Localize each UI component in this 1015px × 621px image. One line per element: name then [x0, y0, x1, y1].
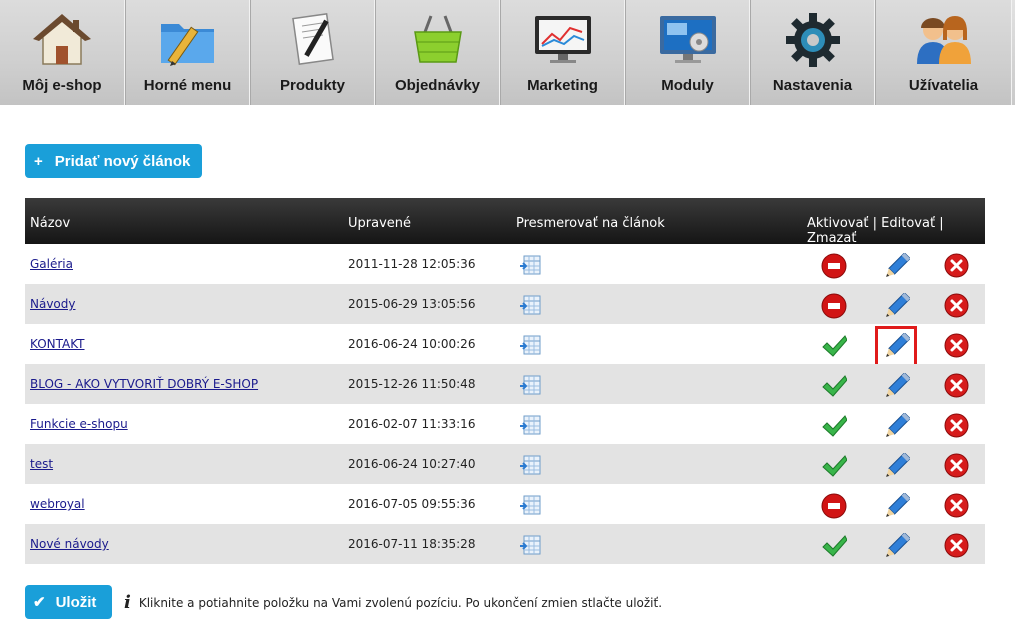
table-row[interactable]: Nové návody 2016-07-11 18:35:28 [25, 524, 985, 564]
nav-label: Produkty [279, 77, 345, 94]
edit-pencil-icon[interactable] [882, 372, 911, 401]
delete-icon[interactable] [944, 293, 969, 318]
header-updated: Upravené [348, 216, 412, 231]
article-updated-date: 2016-02-07 11:33:16 [348, 417, 476, 431]
header-actions: Aktivovať | Editovať | Zmazať [807, 216, 944, 246]
inactive-stop-icon[interactable] [821, 493, 847, 519]
edit-pencil-icon[interactable] [882, 532, 911, 561]
article-name-link[interactable]: Nové návody [30, 537, 109, 551]
info-note: i Kliknite a potiahnite položku na Vami … [124, 592, 662, 613]
article-name-link[interactable]: Funkcie e-shopu [30, 417, 128, 431]
article-updated-date: 2016-06-24 10:27:40 [348, 457, 476, 471]
info-icon: i [124, 592, 131, 613]
articles-table: Názov Upravené Presmerovať na článok Akt… [25, 198, 985, 564]
delete-icon[interactable] [944, 493, 969, 518]
article-name-link[interactable]: BLOG - AKO VYTVORIŤ DOBRÝ E-SHOP [30, 377, 258, 391]
delete-icon[interactable] [944, 333, 969, 358]
inactive-stop-icon[interactable] [821, 253, 847, 279]
edit-pencil-icon[interactable] [875, 326, 917, 368]
redirect-icon[interactable] [520, 254, 542, 276]
nav-item-orders[interactable]: Objednávky [375, 0, 500, 105]
house-icon [33, 14, 91, 65]
edit-pencil-icon[interactable] [882, 412, 911, 441]
add-article-label: Pridať nový článok [54, 152, 191, 170]
nav-label: Horné menu [143, 77, 232, 94]
nav-label: Moduly [661, 77, 714, 94]
article-name-link[interactable]: Galéria [30, 257, 73, 271]
nav-label: Nastavenia [772, 77, 853, 94]
gear-icon [785, 13, 840, 67]
redirect-icon[interactable] [520, 454, 542, 476]
nav-item-users[interactable]: Užívatelia [875, 0, 1012, 105]
active-check-icon[interactable] [821, 413, 848, 439]
monitor-gears-icon [659, 16, 716, 63]
header-redirect: Presmerovať na článok [516, 216, 665, 231]
nav-label: Objednávky [394, 77, 481, 94]
article-updated-date: 2016-07-05 09:55:36 [348, 497, 476, 511]
table-body: Galéria 2011-11-28 12:05:36 Návody 2015-06-… [25, 244, 985, 564]
header-name: Názov [30, 216, 71, 231]
plus-icon: + [34, 152, 43, 170]
table-row[interactable]: Funkcie e-shopu 2016-02-07 11:33:16 [25, 404, 985, 444]
article-updated-date: 2016-06-24 10:00:26 [348, 337, 476, 351]
table-row[interactable]: webroyal 2016-07-05 09:55:36 [25, 484, 985, 524]
article-updated-date: 2011-11-28 12:05:36 [348, 257, 476, 271]
redirect-icon[interactable] [520, 494, 542, 516]
table-row[interactable]: BLOG - AKO VYTVORIŤ DOBRÝ E-SHOP 2015-12-… [25, 364, 985, 404]
article-updated-date: 2015-06-29 13:05:56 [348, 297, 476, 311]
table-row[interactable]: Galéria 2011-11-28 12:05:36 [25, 244, 985, 284]
article-name-link[interactable]: webroyal [30, 497, 85, 511]
delete-icon[interactable] [944, 413, 969, 438]
edit-pencil-icon[interactable] [882, 492, 911, 521]
article-name-link[interactable]: Návody [30, 297, 76, 311]
basket-icon [413, 15, 462, 63]
redirect-icon[interactable] [520, 534, 542, 556]
nav-item-top-menu[interactable]: Horné menu [125, 0, 250, 105]
table-header: Názov Upravené Presmerovať na článok Akt… [25, 198, 985, 246]
article-updated-date: 2015-12-26 11:50:48 [348, 377, 476, 391]
article-updated-date: 2016-07-11 18:35:28 [348, 537, 476, 551]
save-button[interactable]: ✔ Uložit [25, 585, 112, 619]
active-check-icon[interactable] [821, 533, 848, 559]
nav-item-modules[interactable]: Moduly [625, 0, 750, 105]
article-name-link[interactable]: KONTAKT [30, 337, 85, 351]
active-check-icon[interactable] [821, 373, 848, 399]
nav-label: Užívatelia [908, 77, 979, 94]
edit-pencil-icon[interactable] [882, 452, 911, 481]
active-check-icon[interactable] [821, 453, 848, 479]
table-row[interactable]: Návody 2015-06-29 13:05:56 [25, 284, 985, 324]
redirect-icon[interactable] [520, 294, 542, 316]
info-text: Kliknite a potiahnite položku na Vami zv… [138, 595, 663, 610]
main-nav: Môj e-shop Horné menu Produkty Objednávk… [0, 0, 1015, 105]
nav-item-my-eshop[interactable]: Môj e-shop [0, 0, 125, 105]
save-label: Uložit [55, 593, 97, 611]
document-pen-icon [291, 13, 334, 65]
nav-item-products[interactable]: Produkty [250, 0, 375, 105]
table-row[interactable]: test 2016-06-24 10:27:40 [25, 444, 985, 484]
delete-icon[interactable] [944, 253, 969, 278]
delete-icon[interactable] [944, 453, 969, 478]
delete-icon[interactable] [944, 533, 969, 558]
active-check-icon[interactable] [821, 333, 848, 359]
inactive-stop-icon[interactable] [821, 293, 847, 319]
redirect-icon[interactable] [520, 334, 542, 356]
add-article-button[interactable]: + Pridať nový článok [25, 144, 202, 178]
checkmark-icon: ✔ [33, 594, 46, 611]
redirect-icon[interactable] [520, 414, 542, 436]
users-icon [916, 16, 971, 64]
folder-pencil-icon [160, 24, 214, 66]
table-row[interactable]: KONTAKT 2016-06-24 10:00:26 [25, 324, 985, 368]
edit-pencil-icon[interactable] [882, 252, 911, 281]
monitor-chart-icon [534, 16, 591, 63]
nav-label: Môj e-shop [22, 77, 102, 94]
nav-item-marketing[interactable]: Marketing [500, 0, 625, 105]
redirect-icon[interactable] [520, 374, 542, 396]
nav-item-settings[interactable]: Nastavenia [750, 0, 875, 105]
delete-icon[interactable] [944, 373, 969, 398]
article-name-link[interactable]: test [30, 457, 53, 471]
edit-pencil-icon[interactable] [882, 292, 911, 321]
nav-label: Marketing [527, 77, 598, 94]
